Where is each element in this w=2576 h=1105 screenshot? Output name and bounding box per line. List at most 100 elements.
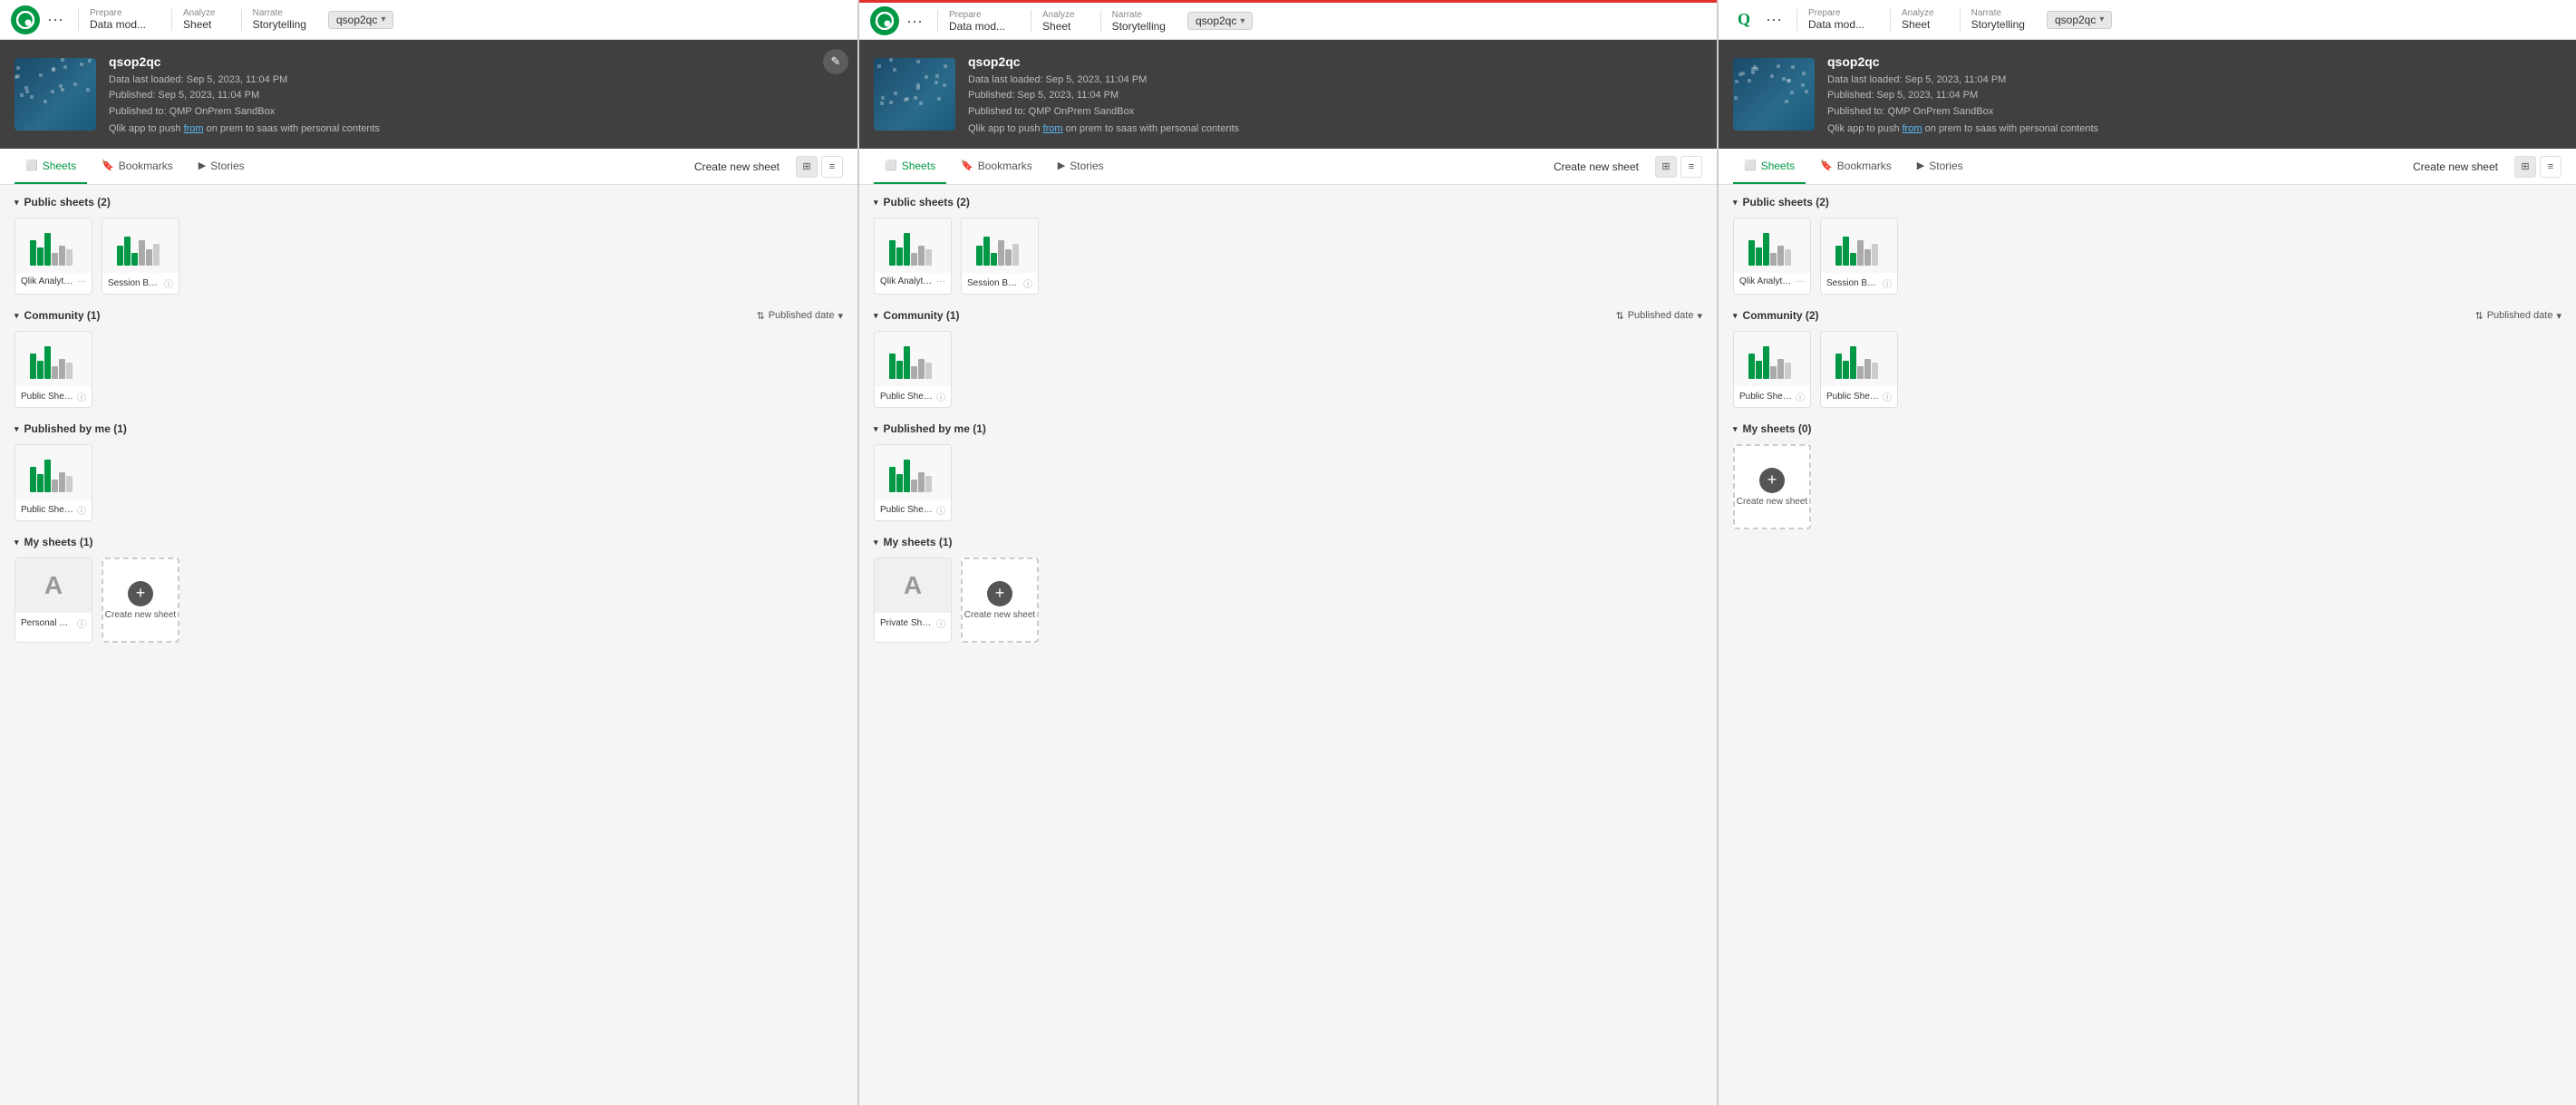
more-options-button[interactable]: ··· bbox=[1766, 10, 1782, 29]
badge-label: qsop2qc bbox=[336, 14, 377, 26]
sheet-thumbnail bbox=[15, 445, 92, 499]
more-options-button[interactable]: ··· bbox=[47, 10, 63, 29]
section-header[interactable]: ▾My sheets (1) bbox=[15, 536, 843, 548]
sheet-info-button[interactable]: ⓘ bbox=[77, 616, 86, 630]
section: ▾Community (1)⇅Published date▾ Public She… bbox=[15, 309, 843, 408]
sheet-card[interactable]: Public Sheet (bob)ⓘ bbox=[874, 444, 952, 521]
create-new-sheet-button[interactable]: Create new sheet bbox=[687, 157, 787, 177]
section-header[interactable]: ▾Public sheets (2) bbox=[874, 196, 1702, 208]
section-header[interactable]: ▾My sheets (0) bbox=[1733, 422, 2561, 435]
app-badge[interactable]: qsop2qc▾ bbox=[328, 11, 393, 29]
section-header[interactable]: ▾Community (2)⇅Published date▾ bbox=[1733, 309, 2561, 322]
section-header[interactable]: ▾Community (1)⇅Published date▾ bbox=[874, 309, 1702, 322]
sheet-card[interactable]: APrivate Sheet (bob)ⓘ bbox=[874, 557, 952, 643]
tab-bookmarks[interactable]: 🔖Bookmarks bbox=[91, 149, 184, 184]
tab-stories[interactable]: ▶Stories bbox=[1906, 149, 1974, 184]
sheet-card[interactable]: Session Breakdownⓘ bbox=[1820, 218, 1898, 295]
list-view-button[interactable]: ≡ bbox=[2540, 156, 2561, 178]
panel-3: Q···PrepareData mod...AnalyzeSheetNarrat… bbox=[1719, 0, 2576, 1105]
chevron-down-icon: ▾ bbox=[2556, 310, 2561, 322]
section-header[interactable]: ▾Public sheets (2) bbox=[15, 196, 843, 208]
sort-button[interactable]: ⇅Published date▾ bbox=[2474, 310, 2561, 322]
sheet-card[interactable]: Qlik Analytic Adventure ··· bbox=[1733, 218, 1811, 295]
sheet-info-button[interactable]: ··· bbox=[936, 276, 945, 286]
create-new-sheet-button[interactable]: Create new sheet bbox=[1546, 157, 1646, 177]
create-sheet-card[interactable]: + Create new sheet bbox=[961, 557, 1039, 643]
topbar: ··· PrepareData mod... AnalyzeSheet Narrate… bbox=[859, 0, 1717, 40]
sheet-card[interactable]: Session Breakdownⓘ bbox=[961, 218, 1039, 295]
sheet-name: Public Sheet (rvr) bbox=[880, 392, 933, 402]
app-badge[interactable]: qsop2qc▾ bbox=[2047, 11, 2112, 29]
list-view-button[interactable]: ≡ bbox=[821, 156, 843, 178]
sheet-info-button[interactable]: ⓘ bbox=[1883, 390, 1892, 403]
create-sheet-card[interactable]: + Create new sheet bbox=[102, 557, 179, 643]
sheet-card[interactable]: Public Sheet (bob)ⓘ bbox=[1733, 331, 1811, 408]
sheet-info-button[interactable]: ⓘ bbox=[936, 503, 945, 517]
sheet-card[interactable]: Session Breakdownⓘ bbox=[102, 218, 179, 295]
app-header: qsop2qc Data last loaded: Sep 5, 2023, 1… bbox=[0, 40, 857, 149]
narrate-value: Storytelling bbox=[1112, 20, 1166, 33]
sheet-name: Qlik Analytic Adventure bbox=[1739, 276, 1792, 286]
sheet-card[interactable]: Public Sheet (rvr)ⓘ bbox=[1820, 331, 1898, 408]
analyze-section[interactable]: AnalyzeSheet bbox=[1902, 8, 1934, 31]
tab-bookmarks[interactable]: 🔖Bookmarks bbox=[950, 149, 1043, 184]
sheet-info-button[interactable]: ⓘ bbox=[1883, 276, 1892, 290]
section-header[interactable]: ▾My sheets (1) bbox=[874, 536, 1702, 548]
tab-stories[interactable]: ▶Stories bbox=[188, 149, 256, 184]
grid-view-button[interactable]: ⊞ bbox=[2514, 156, 2536, 178]
sheet-info-button[interactable]: ⓘ bbox=[1796, 390, 1805, 403]
analyze-value: Sheet bbox=[1902, 18, 1934, 31]
create-new-sheet-button[interactable]: Create new sheet bbox=[2406, 157, 2505, 177]
list-view-button[interactable]: ≡ bbox=[1680, 156, 1702, 178]
sheet-card[interactable]: Qlik Analytic Adventure··· bbox=[15, 218, 92, 295]
narrate-section[interactable]: NarrateStorytelling bbox=[253, 8, 306, 31]
tab-stories[interactable]: ▶Stories bbox=[1047, 149, 1115, 184]
sheet-card[interactable]: APersonal Sheet (rvr)ⓘ bbox=[15, 557, 92, 643]
sheet-card[interactable]: Qlik Analytic Adventure··· bbox=[874, 218, 952, 295]
analyze-value: Sheet bbox=[1042, 20, 1075, 33]
tab-sheets[interactable]: ⬜Sheets bbox=[1733, 149, 1806, 184]
sheet-info-button[interactable]: ⓘ bbox=[936, 616, 945, 630]
sheet-card[interactable]: Public Sheet (rvr)ⓘ bbox=[874, 331, 952, 408]
narrate-section[interactable]: NarrateStorytelling bbox=[1971, 8, 2025, 31]
analyze-section[interactable]: AnalyzeSheet bbox=[1042, 10, 1075, 33]
from-link[interactable]: from bbox=[1043, 123, 1063, 134]
create-sheet-card[interactable]: + Create new sheet bbox=[1733, 444, 1811, 529]
narrate-section[interactable]: NarrateStorytelling bbox=[1112, 10, 1166, 33]
prepare-section[interactable]: PrepareData mod... bbox=[1808, 8, 1864, 31]
sheet-card-label: Public Sheet (rvr)ⓘ bbox=[875, 386, 951, 407]
sheet-thumbnail bbox=[875, 445, 951, 499]
sheet-info-button[interactable]: ⓘ bbox=[1023, 276, 1032, 290]
prepare-section[interactable]: PrepareData mod... bbox=[949, 10, 1005, 33]
sheet-info-button[interactable]: ··· bbox=[77, 276, 86, 286]
prepare-section[interactable]: PrepareData mod... bbox=[90, 8, 146, 31]
sheet-card[interactable]: Public Sheet (bob)ⓘ bbox=[15, 331, 92, 408]
sort-button[interactable]: ⇅Published date▾ bbox=[1615, 310, 1702, 322]
from-link[interactable]: from bbox=[184, 123, 204, 134]
section-header[interactable]: ▾Public sheets (2) bbox=[1733, 196, 2561, 208]
sheet-info-button[interactable]: ··· bbox=[1796, 276, 1805, 286]
sheet-info-button[interactable]: ⓘ bbox=[164, 276, 173, 290]
analyze-section[interactable]: AnalyzeSheet bbox=[183, 8, 216, 31]
tab-sheets[interactable]: ⬜Sheets bbox=[874, 149, 946, 184]
sheet-card[interactable]: Public Sheet (rvr)ⓘ bbox=[15, 444, 92, 521]
from-link[interactable]: from bbox=[1903, 123, 1922, 134]
sheet-info-button[interactable]: ⓘ bbox=[936, 390, 945, 403]
sheet-info-button[interactable]: ⓘ bbox=[77, 390, 86, 403]
edit-app-button[interactable]: ✎ bbox=[823, 49, 848, 74]
section-header[interactable]: ▾Published by me (1) bbox=[15, 422, 843, 435]
sheet-info-button[interactable]: ⓘ bbox=[77, 503, 86, 517]
tab-bookmarks[interactable]: 🔖Bookmarks bbox=[1809, 149, 1903, 184]
app-badge[interactable]: qsop2qc▾ bbox=[1187, 12, 1253, 30]
section-header[interactable]: ▾Community (1)⇅Published date▾ bbox=[15, 309, 843, 322]
section-header[interactable]: ▾Published by me (1) bbox=[874, 422, 1702, 435]
grid-view-button[interactable]: ⊞ bbox=[796, 156, 818, 178]
more-options-button[interactable]: ··· bbox=[906, 12, 923, 31]
sheet-card-label: Qlik Analytic Adventure··· bbox=[15, 273, 92, 290]
sort-button[interactable]: ⇅Published date▾ bbox=[756, 310, 843, 322]
private-indicator: A bbox=[44, 571, 63, 600]
chevron-down-icon: ▾ bbox=[838, 310, 843, 322]
grid-view-button[interactable]: ⊞ bbox=[1655, 156, 1677, 178]
chevron-down-icon: ▾ bbox=[1733, 311, 1738, 321]
tab-sheets[interactable]: ⬜Sheets bbox=[15, 149, 87, 184]
